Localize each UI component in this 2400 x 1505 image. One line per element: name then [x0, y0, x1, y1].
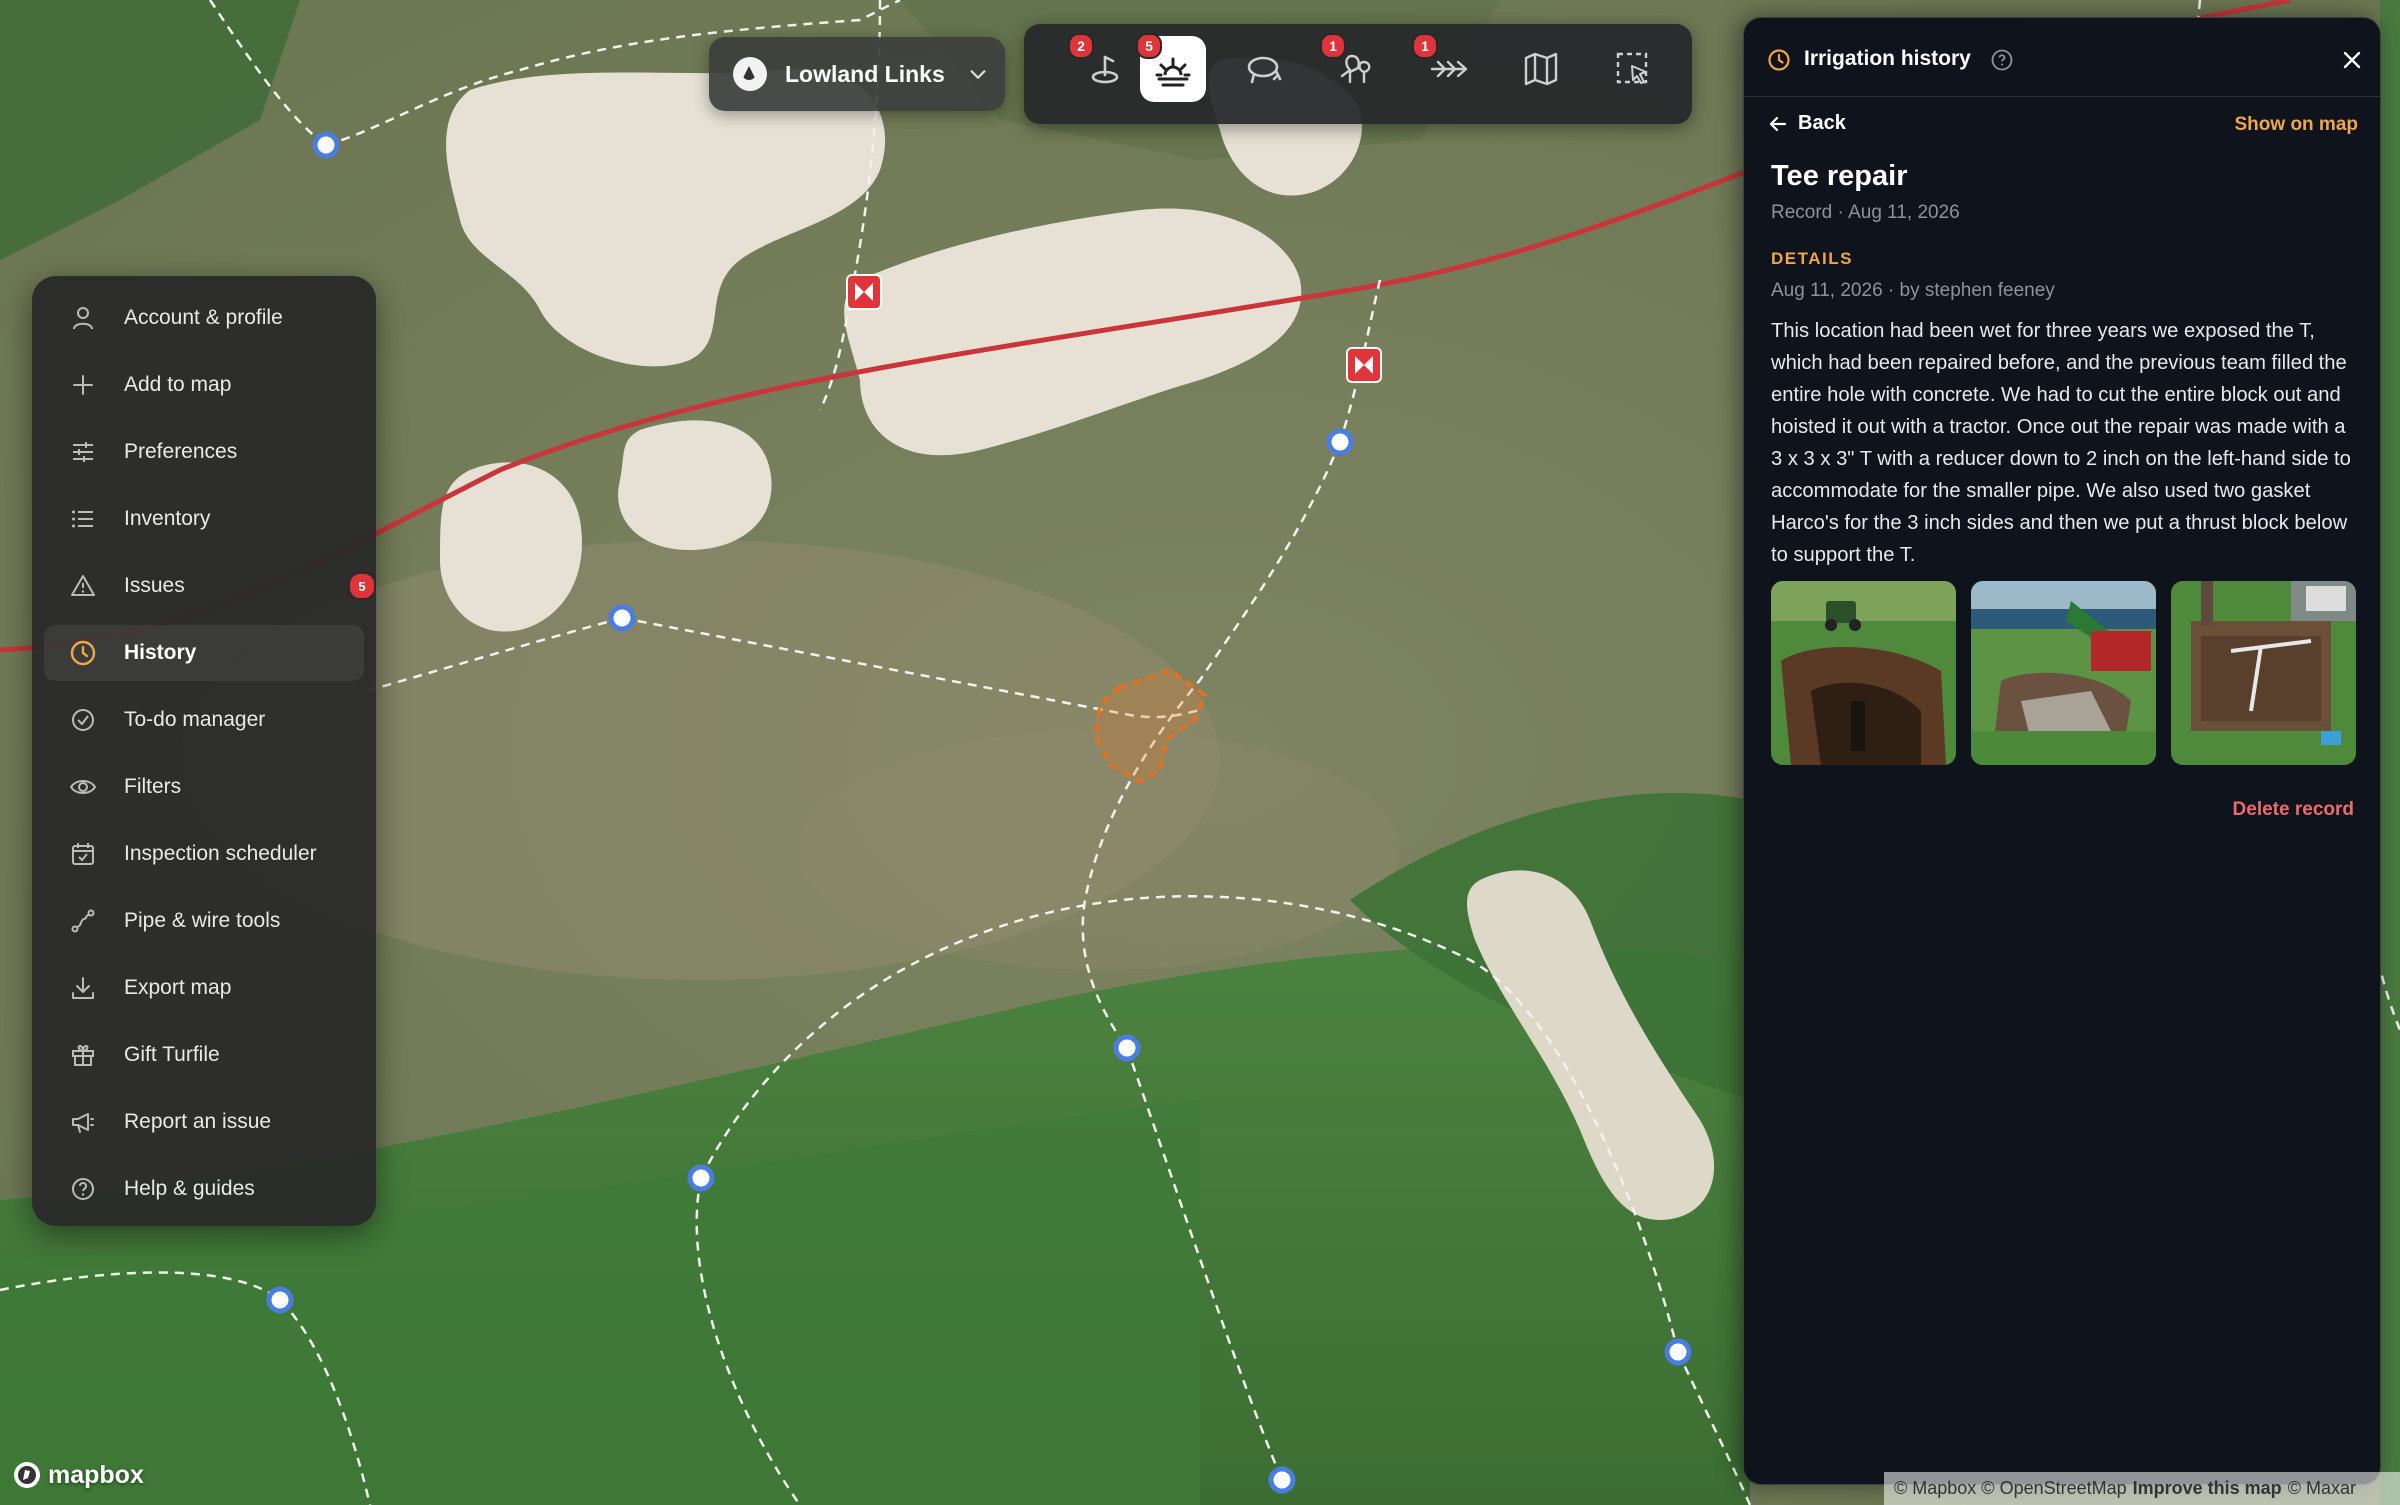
- sidebar-item-export-map[interactable]: Export map: [44, 960, 364, 1016]
- valve-marker-icon: [1346, 347, 1382, 383]
- select-area-icon: [1616, 52, 1648, 84]
- chevron-down-icon: [970, 70, 986, 79]
- sidebar-item-inventory[interactable]: Inventory: [44, 491, 364, 547]
- show-on-map-link[interactable]: Show on map: [2235, 114, 2359, 136]
- gift-icon: [68, 1040, 98, 1070]
- toolbar-map-layers-button[interactable]: [1508, 36, 1574, 102]
- map-toolbar: 2 5 1 1: [1024, 24, 1692, 124]
- sidebar-item-label: To-do manager: [124, 708, 266, 731]
- record-photo[interactable]: [1771, 581, 1956, 765]
- record-photo[interactable]: [2171, 581, 2356, 765]
- toolbar-badge: 5: [1136, 33, 1162, 59]
- mapbox-wordmark: mapbox: [48, 1460, 144, 1489]
- sidebar-item-todo[interactable]: To-do manager: [44, 692, 364, 748]
- clock-icon: [1768, 49, 1790, 71]
- back-label: Back: [1798, 112, 1846, 134]
- sidebar-item-issues[interactable]: Issues 5: [44, 558, 376, 614]
- record-subtitle: Record · Aug 11, 2026: [1771, 202, 1960, 223]
- sidebar-item-label: Issues: [124, 574, 185, 597]
- warning-icon: [68, 571, 98, 601]
- sidebar-item-label: Inventory: [124, 507, 211, 530]
- attribution-maxar: © Maxar: [2287, 1478, 2356, 1498]
- arrow-left-icon: [1769, 116, 1787, 131]
- improve-map-link[interactable]: Improve this map: [2133, 1478, 2282, 1499]
- photo-gallery: [1771, 581, 2356, 765]
- plus-icon: [68, 370, 98, 400]
- details-heading: DETAILS: [1771, 249, 1853, 268]
- sidebar-item-gift[interactable]: Gift Turfile: [44, 1027, 364, 1083]
- sidebar-item-label: Pipe & wire tools: [124, 909, 281, 932]
- record-meta: Aug 11, 2026 · by stephen feeney: [1771, 280, 2055, 301]
- course-logo-icon: [733, 57, 767, 91]
- help-icon[interactable]: [1990, 48, 2014, 72]
- eye-icon: [68, 772, 98, 802]
- sidebar-item-inspection-scheduler[interactable]: Inspection scheduler: [44, 826, 364, 882]
- sidebar-item-add-to-map[interactable]: Add to map: [44, 357, 364, 413]
- sidebar-item-filters[interactable]: Filters: [44, 759, 364, 815]
- toolbar-badge: 2: [1068, 33, 1094, 59]
- megaphone-icon: [68, 1107, 98, 1137]
- record-description: This location had been wet for three yea…: [1771, 320, 2351, 566]
- course-selector[interactable]: Lowland Links: [709, 37, 1005, 111]
- irrigation-history-panel: Irrigation history Back Show on map Tee …: [1743, 17, 2381, 1485]
- map-attribution: © Mapbox © OpenStreetMap Improve this ma…: [1884, 1472, 2400, 1505]
- toolbar-badge: 1: [1320, 33, 1346, 59]
- sidebar-item-label: Export map: [124, 976, 232, 999]
- panel-title: Irrigation history: [1804, 47, 1971, 70]
- toolbar-flow-button[interactable]: 1: [1412, 33, 1482, 102]
- toolbar-trees-button[interactable]: 1: [1320, 33, 1390, 102]
- record-photo[interactable]: [1971, 581, 2156, 765]
- sidebar-item-label: Report an issue: [124, 1110, 272, 1133]
- download-icon: [68, 973, 98, 1003]
- sidebar-item-label: Gift Turfile: [124, 1043, 220, 1066]
- mapbox-icon: [14, 1462, 40, 1488]
- mapbox-logo[interactable]: mapbox: [12, 1460, 144, 1490]
- sidebar-item-history[interactable]: History: [44, 625, 364, 681]
- delete-record-button[interactable]: Delete record: [2233, 799, 2354, 821]
- sidebar-item-label: Account & profile: [124, 306, 283, 329]
- valve-marker-icon: [846, 274, 882, 310]
- course-name: Lowland Links: [785, 60, 945, 87]
- record-title: Tee repair: [1771, 160, 1908, 192]
- check-circle-icon: [68, 705, 98, 735]
- toolbar-badge: 1: [1412, 33, 1438, 59]
- sidebar-menu: Account & profile Add to map Preferences…: [32, 276, 376, 1226]
- help-circle-icon: [68, 1174, 98, 1204]
- sidebar-item-label: Help & guides: [124, 1177, 255, 1200]
- sidebar-item-label: Filters: [124, 775, 182, 798]
- sidebar-item-pipe-wire-tools[interactable]: Pipe & wire tools: [44, 893, 364, 949]
- toolbar-lasso-button[interactable]: [1232, 36, 1298, 102]
- sidebar-item-label: Add to map: [124, 373, 232, 396]
- sidebar-item-label: History: [124, 641, 197, 664]
- sidebar-item-label: Preferences: [124, 440, 238, 463]
- issues-count-badge: 5: [348, 572, 376, 600]
- sidebar-item-help[interactable]: Help & guides: [44, 1161, 364, 1217]
- toolbar-inspection-button[interactable]: 5: [1136, 33, 1206, 102]
- sliders-icon: [68, 437, 98, 467]
- back-button[interactable]: Back: [1768, 112, 1846, 135]
- calendar-icon: [68, 839, 98, 869]
- sidebar-item-preferences[interactable]: Preferences: [44, 424, 364, 480]
- attribution-text: © Mapbox © OpenStreetMap: [1894, 1478, 2127, 1498]
- close-icon[interactable]: [2340, 48, 2364, 72]
- map-layers-icon: [1524, 52, 1558, 86]
- sidebar-item-account[interactable]: Account & profile: [44, 290, 364, 346]
- lasso-area-icon: [1247, 56, 1282, 84]
- pipe-tool-icon: [68, 906, 98, 936]
- panel-header: Irrigation history: [1744, 18, 2380, 97]
- toolbar-sprinkler-button[interactable]: 2: [1068, 33, 1138, 102]
- toolbar-select-area-button[interactable]: [1600, 36, 1666, 102]
- list-icon: [68, 504, 98, 534]
- sidebar-item-report-issue[interactable]: Report an issue: [44, 1094, 364, 1150]
- sidebar-item-label: Inspection scheduler: [124, 842, 317, 865]
- clock-icon: [68, 638, 98, 668]
- user-icon: [68, 303, 98, 333]
